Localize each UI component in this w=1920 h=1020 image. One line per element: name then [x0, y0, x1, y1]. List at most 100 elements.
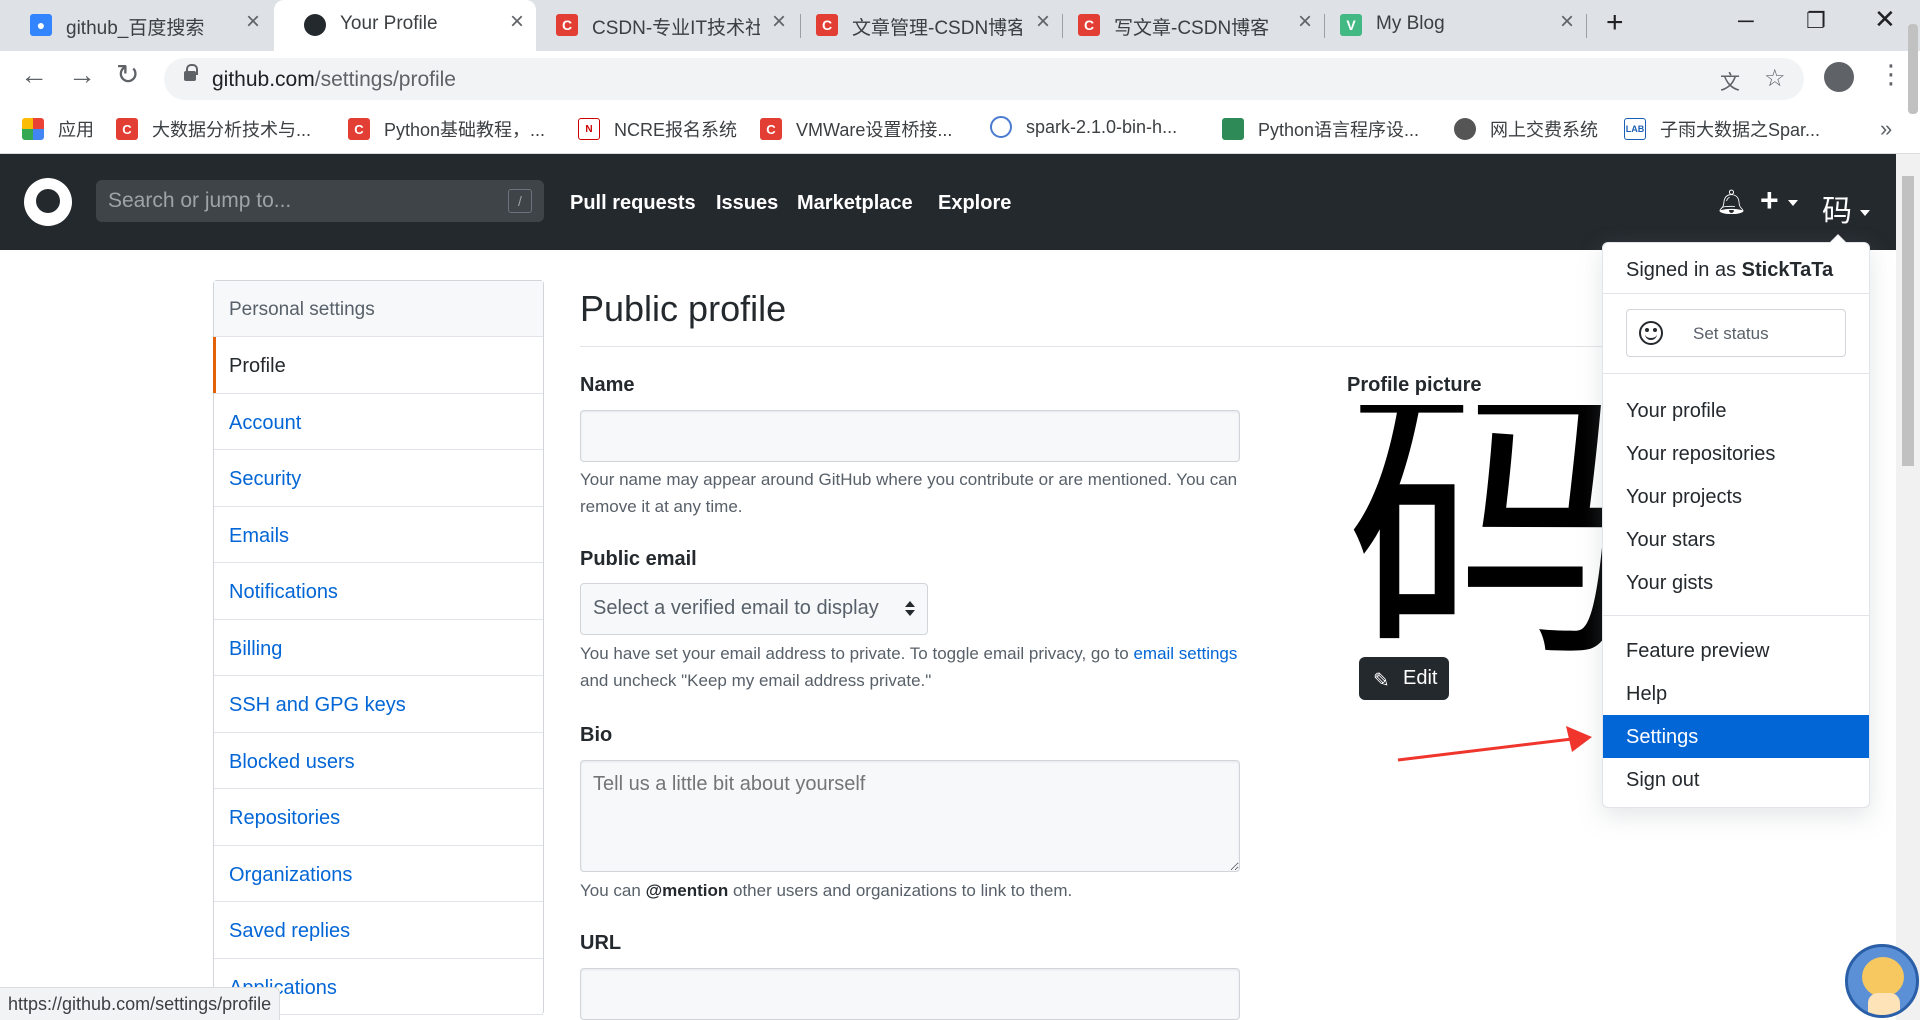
user-avatar-menu[interactable]: 码: [1822, 186, 1871, 230]
baidu-paw-icon: ●: [30, 14, 52, 36]
bookmark-label: 大数据分析技术与...: [152, 120, 312, 140]
csdn-icon: C: [348, 118, 370, 140]
bookmark-star-icon[interactable]: ☆: [1764, 64, 1786, 93]
sidebar-item-ssh-gpg-keys[interactable]: SSH and GPG keys: [214, 676, 543, 733]
back-icon[interactable]: ←: [20, 61, 48, 89]
bookmark-4[interactable]: C VMWare设置桥接...: [760, 116, 952, 142]
nav-pull-requests[interactable]: Pull requests: [570, 192, 696, 215]
sidebar-item-emails[interactable]: Emails: [214, 507, 543, 563]
scrollbar-thumb[interactable]: [1902, 176, 1914, 466]
sidebar-item-notifications[interactable]: Notifications: [214, 563, 543, 620]
tab-csdn-articles[interactable]: C 文章管理-CSDN博客 ×: [800, 0, 1062, 51]
sidebar-header: Personal settings: [214, 281, 543, 337]
email-settings-link[interactable]: email settings: [1133, 644, 1237, 663]
menu-kebab-icon[interactable]: ⋮: [1878, 59, 1904, 90]
edit-picture-button[interactable]: ✎ Edit: [1359, 657, 1449, 700]
notifications-bell-icon[interactable]: 🔔︎: [1716, 188, 1746, 217]
menu-your-profile[interactable]: Your profile: [1603, 389, 1869, 432]
menu-your-stars[interactable]: Your stars: [1603, 518, 1869, 561]
address-url: github.com/settings/profile: [212, 68, 456, 92]
translate-icon[interactable]: 文: [1720, 66, 1740, 95]
menu-help[interactable]: Help: [1603, 672, 1869, 715]
account-icon[interactable]: [1824, 62, 1854, 92]
nav-issues[interactable]: Issues: [716, 192, 778, 215]
profile-picture-label: Profile picture: [1347, 374, 1482, 396]
window-scrollbar-thumb[interactable]: [1908, 24, 1918, 114]
url-host: github.com: [212, 68, 315, 91]
bookmark-label: 子雨大数据之Spar...: [1660, 120, 1821, 140]
close-tab-icon[interactable]: ×: [1560, 10, 1574, 34]
csdn-icon: C: [1078, 14, 1100, 36]
url-label: URL: [580, 932, 622, 954]
more-bookmarks-icon[interactable]: »: [1880, 116, 1892, 142]
menu-your-gists[interactable]: Your gists: [1603, 561, 1869, 604]
browser-toolbar: ← → ↻ github.com/settings/profile 文 ☆ ⋮: [0, 51, 1920, 108]
search-input[interactable]: [108, 188, 488, 214]
bio-textarea[interactable]: [580, 760, 1240, 872]
csdn-icon: C: [116, 118, 138, 140]
smiley-icon: [1639, 321, 1663, 345]
menu-settings[interactable]: Settings: [1603, 715, 1869, 758]
bookmark-6[interactable]: Python语言程序设...: [1222, 116, 1419, 142]
sidebar-item-profile[interactable]: Profile: [213, 337, 543, 394]
close-tab-icon[interactable]: ×: [772, 10, 786, 34]
username[interactable]: StickTaTa: [1742, 259, 1834, 281]
tab-csdn-write[interactable]: C 写文章-CSDN博客 ×: [1062, 0, 1324, 51]
restore-icon[interactable]: ❐: [1806, 8, 1826, 34]
sidebar-item-account[interactable]: Account: [214, 394, 543, 450]
tab-my-blog[interactable]: V My Blog ×: [1324, 0, 1586, 51]
bookmarks-bar: 应用 C 大数据分析技术与... C Python基础教程，... N NCRE…: [0, 108, 1920, 154]
sidebar-item-security[interactable]: Security: [214, 450, 543, 507]
menu-your-projects[interactable]: Your projects: [1603, 475, 1869, 518]
tab-your-profile[interactable]: Your Profile ×: [274, 0, 536, 51]
reload-icon[interactable]: ↻: [116, 61, 139, 89]
user-dropdown-menu: Signed in as StickTaTa Set status Your p…: [1602, 234, 1870, 808]
menu-feature-preview[interactable]: Feature preview: [1603, 629, 1869, 672]
forward-icon[interactable]: →: [68, 61, 96, 89]
page-scrollbar[interactable]: [1896, 154, 1920, 1020]
floating-avatar[interactable]: [1845, 944, 1919, 1018]
tab-baidu[interactable]: ● github_百度搜索 ×: [0, 0, 272, 51]
name-field[interactable]: [580, 410, 1240, 462]
globe-icon: [1454, 118, 1476, 140]
bookmark-1[interactable]: C 大数据分析技术与...: [116, 116, 311, 142]
sidebar-item-billing[interactable]: Billing: [214, 620, 543, 676]
nav-explore[interactable]: Explore: [938, 192, 1011, 215]
set-status-button[interactable]: Set status: [1626, 309, 1846, 357]
sidebar-item-repositories[interactable]: Repositories: [214, 789, 543, 846]
menu-your-repositories[interactable]: Your repositories: [1603, 432, 1869, 475]
ncre-icon: N: [578, 118, 600, 140]
close-tab-icon[interactable]: ×: [1036, 10, 1050, 34]
sidebar-item-blocked-users[interactable]: Blocked users: [214, 733, 543, 789]
menu-sign-out[interactable]: Sign out: [1603, 758, 1869, 801]
edit-label: Edit: [1403, 667, 1438, 689]
sidebar-item-saved-replies[interactable]: Saved replies: [214, 902, 543, 959]
arrow-head: [1566, 726, 1592, 752]
tab-csdn-home[interactable]: C CSDN-专业IT技术社区 ×: [536, 0, 798, 51]
search-box[interactable]: /: [96, 180, 544, 222]
close-tab-icon[interactable]: ×: [510, 10, 524, 34]
nav-marketplace[interactable]: Marketplace: [797, 192, 913, 215]
close-window-icon[interactable]: ✕: [1874, 4, 1896, 35]
public-email-select[interactable]: Select a verified email to display: [580, 583, 928, 635]
bookmark-apps[interactable]: 应用: [22, 116, 94, 142]
close-tab-icon[interactable]: ×: [1298, 10, 1312, 34]
minimize-icon[interactable]: ─: [1738, 8, 1754, 34]
annotation-arrow: [1397, 726, 1592, 762]
create-new-icon[interactable]: +: [1760, 182, 1798, 219]
new-tab-icon[interactable]: +: [1606, 6, 1624, 40]
tab-title: 写文章-CSDN博客: [1114, 18, 1270, 39]
bookmark-7[interactable]: 网上交费系统: [1454, 116, 1598, 142]
bookmark-8[interactable]: LAB 子雨大数据之Spar...: [1624, 116, 1820, 142]
bookmark-5[interactable]: spark-2.1.0-bin-h...: [990, 116, 1177, 138]
bookmark-3[interactable]: N NCRE报名系统: [578, 116, 737, 142]
sidebar-item-organizations[interactable]: Organizations: [214, 846, 543, 902]
csdn-icon: C: [816, 14, 838, 36]
csdn-icon: C: [556, 14, 578, 36]
bookmark-label: Python语言程序设...: [1258, 120, 1420, 140]
address-bar[interactable]: github.com/settings/profile 文 ☆: [164, 58, 1804, 100]
close-tab-icon[interactable]: ×: [246, 10, 260, 34]
bookmark-2[interactable]: C Python基础教程，...: [348, 116, 545, 142]
github-logo-icon[interactable]: [24, 178, 72, 226]
url-field[interactable]: [580, 968, 1240, 1020]
